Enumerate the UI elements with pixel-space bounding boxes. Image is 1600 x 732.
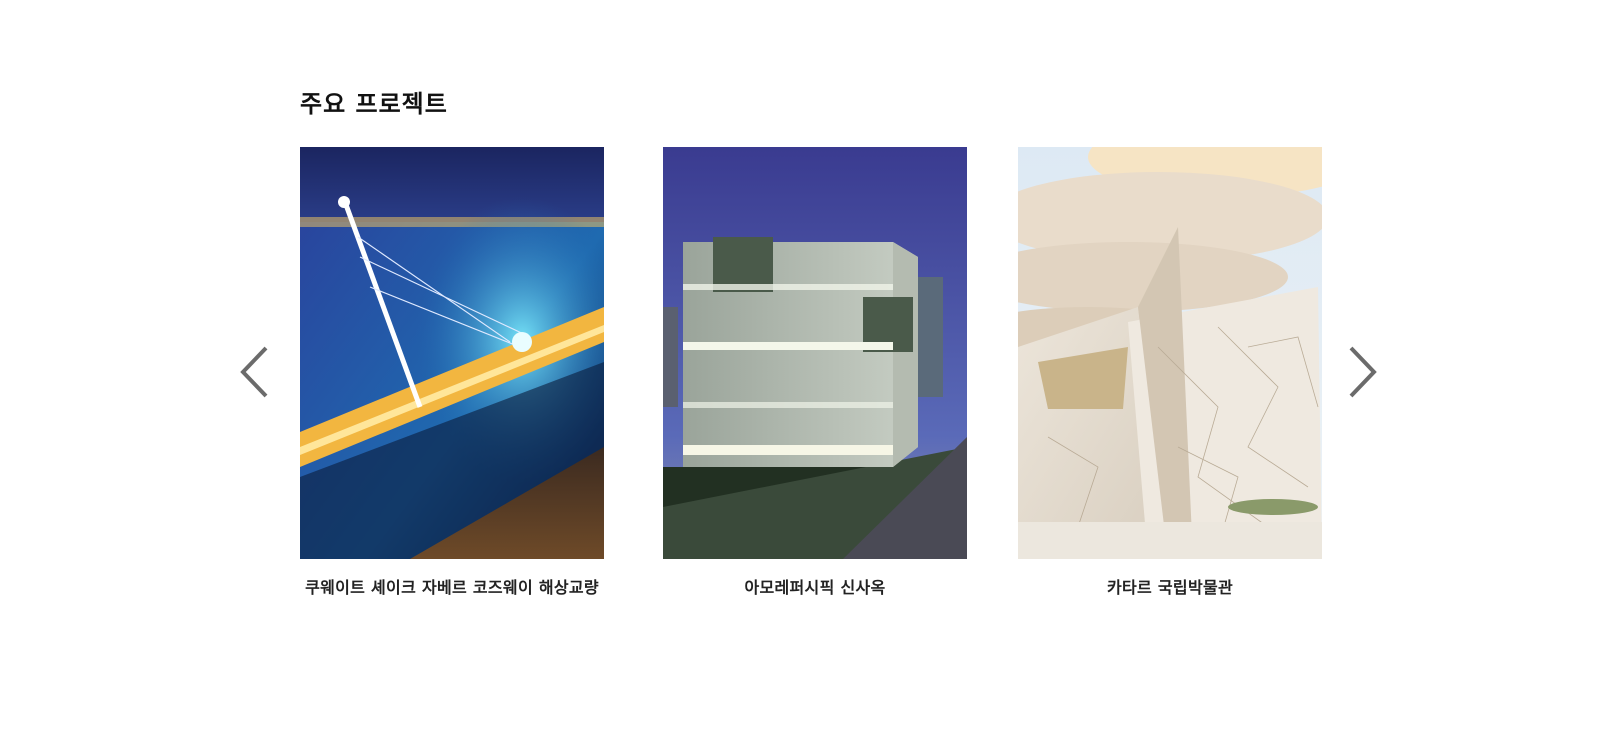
project-caption[interactable]: 카타르 국립박물관 (1018, 574, 1322, 598)
project-image-bridge[interactable] (300, 147, 604, 559)
project-image-building[interactable] (663, 147, 967, 559)
project-caption[interactable]: 쿠웨이트 셰이크 자베르 코즈웨이 해상교량 (300, 574, 604, 598)
project-card-amorepacific[interactable]: 아모레퍼시픽 신사옥 (663, 147, 967, 598)
section-title: 주요 프로젝트 (300, 90, 448, 118)
chevron-right-icon (1349, 346, 1377, 398)
project-card-kuwait-causeway[interactable]: 쿠웨이트 셰이크 자베르 코즈웨이 해상교량 (300, 147, 604, 598)
project-card-qatar-museum[interactable]: 카타르 국립박물관 (1018, 147, 1322, 598)
carousel-next-button[interactable] (1345, 345, 1379, 399)
chevron-left-icon (240, 346, 268, 398)
project-caption[interactable]: 아모레퍼시픽 신사옥 (663, 574, 967, 598)
carousel-prev-button[interactable] (238, 345, 272, 399)
project-image-museum[interactable] (1018, 147, 1322, 559)
